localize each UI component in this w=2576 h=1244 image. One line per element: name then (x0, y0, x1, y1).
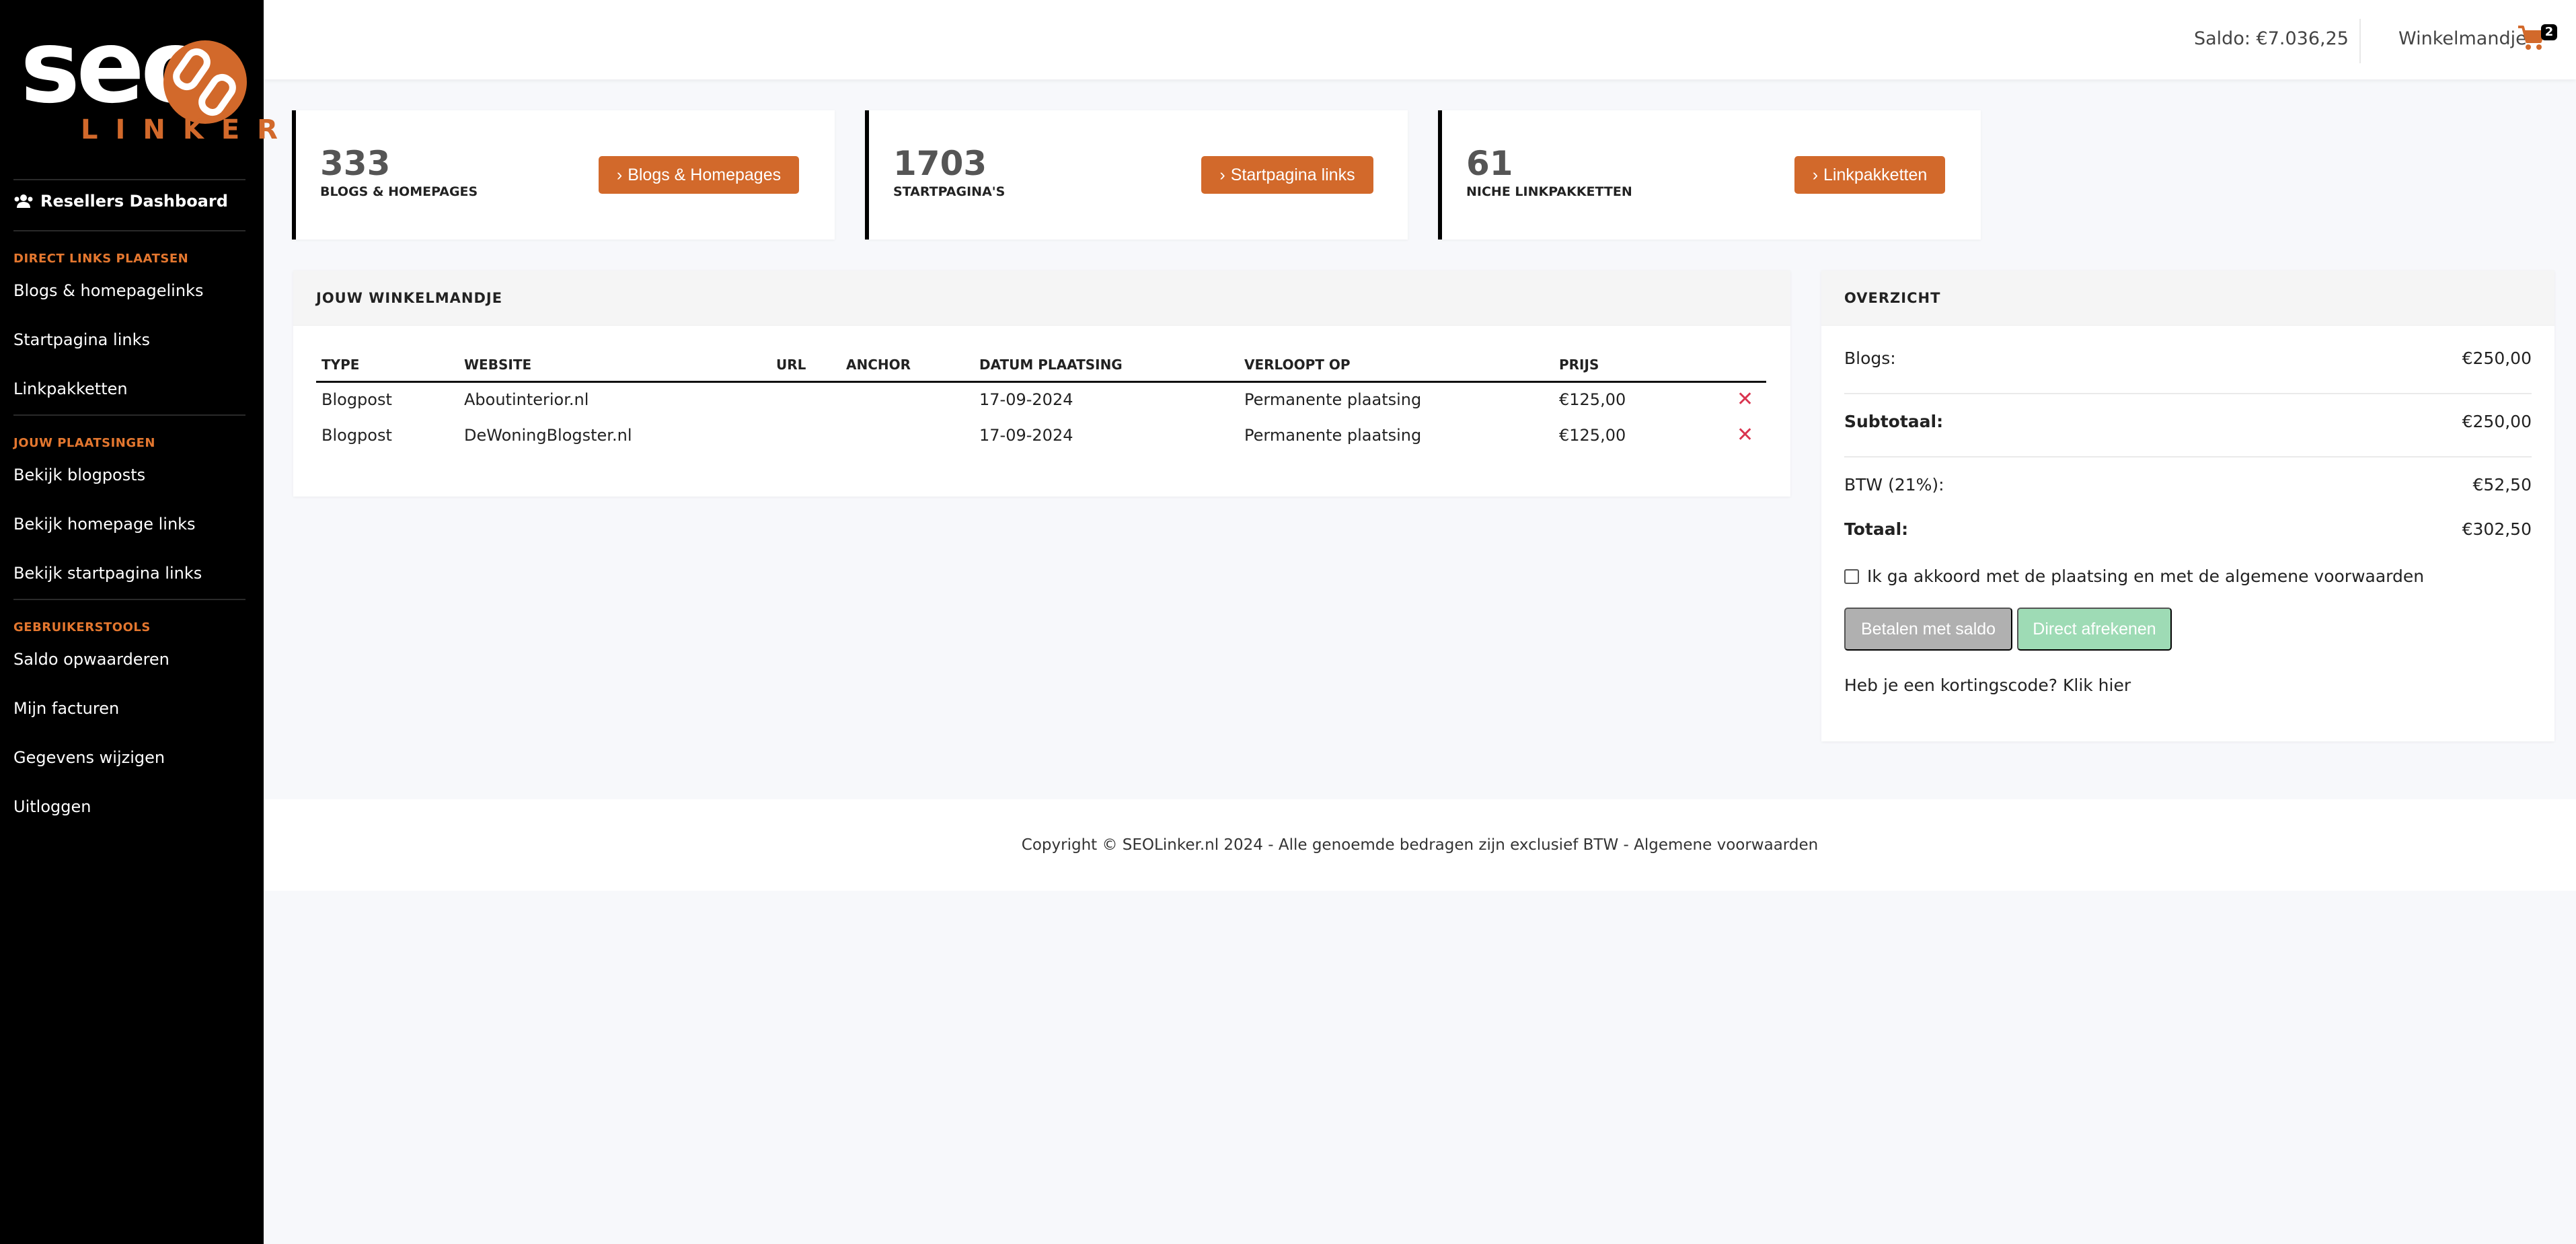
terms-agreement: Ik ga akkoord met de plaatsing en met de… (1844, 566, 2424, 586)
sidebar-section-title: GEBRUIKERSTOOLS (13, 620, 151, 634)
overview-row-subtotal: Subtotaal: €250,00 (1844, 412, 2532, 431)
cell-website: DeWoningBlogster.nl (464, 426, 632, 445)
row-value: €250,00 (2462, 412, 2532, 431)
sidebar: seo LINKER Resellers Dashboard DIRECT LI… (0, 0, 278, 1244)
header-divider (2359, 19, 2361, 63)
terms-checkbox[interactable] (1844, 569, 1859, 584)
stat-value: 333 (320, 144, 391, 183)
sidebar-section-title: JOUW PLAATSINGEN (13, 436, 156, 450)
sidebar-item-uitloggen[interactable]: Uitloggen (13, 797, 91, 816)
overview-panel-title: OVERZICHT (1821, 270, 2554, 326)
linkpakketten-button[interactable]: › Linkpakketten (1794, 156, 1945, 194)
sidebar-item-mijn-facturen[interactable]: Mijn facturen (13, 699, 119, 718)
row-label: Subtotaal: (1844, 412, 1944, 431)
sidebar-item-saldo-opwaarderen[interactable]: Saldo opwaarderen (13, 650, 169, 669)
footer: Copyright © SEOLinker.nl 2024 - Alle gen… (264, 799, 2576, 891)
cell-expires: Permanente plaatsing (1244, 426, 1422, 445)
sidebar-item-bekijk-homepage-links[interactable]: Bekijk homepage links (13, 515, 196, 534)
sidebar-item-linkpakketten[interactable]: Linkpakketten (13, 379, 128, 398)
column-header: URL (776, 357, 806, 373)
button-label: Startpagina links (1230, 165, 1355, 184)
chevron-right-icon: › (1812, 165, 1819, 184)
column-header: PRIJS (1559, 357, 1599, 373)
startpagina-links-button[interactable]: › Startpagina links (1201, 156, 1373, 194)
sidebar-item-gegevens-wijzigen[interactable]: Gegevens wijzigen (13, 748, 165, 767)
divider (1844, 393, 2532, 394)
seo-linker-logo[interactable]: seo LINKER (20, 17, 278, 151)
row-label: BTW (21%): (1844, 475, 1944, 495)
stat-card-startpaginas: 1703 STARTPAGINA'S › Startpagina links (865, 110, 1408, 240)
footer-text: Copyright © SEOLinker.nl 2024 - Alle gen… (1021, 836, 1819, 854)
cell-price: €125,00 (1559, 426, 1626, 445)
sidebar-divider (13, 230, 245, 231)
chevron-right-icon: › (1219, 165, 1225, 184)
sidebar-section-title: DIRECT LINKS PLAATSEN (13, 252, 189, 266)
cell-type: Blogpost (321, 390, 392, 409)
column-header: ANCHOR (846, 357, 911, 373)
row-label: Totaal: (1844, 519, 1909, 539)
cell-type: Blogpost (321, 426, 392, 445)
column-header: VERLOOPT OP (1244, 357, 1351, 373)
column-header: TYPE (321, 357, 360, 373)
stat-label: NICHE LINKPAKKETTEN (1466, 184, 1632, 199)
sidebar-divider (13, 599, 245, 600)
sidebar-item-label: Resellers Dashboard (40, 192, 228, 211)
stat-label: STARTPAGINA'S (893, 184, 1006, 199)
sidebar-divider (13, 414, 245, 416)
saldo-balance: Saldo: €7.036,25 (2194, 28, 2349, 49)
sidebar-item-startpagina-links[interactable]: Startpagina links (13, 330, 150, 349)
table-header-divider (316, 381, 1766, 383)
delete-icon[interactable]: ✕ (1737, 388, 1753, 411)
sidebar-item-blogs-homepagelinks[interactable]: Blogs & homepagelinks (13, 281, 203, 300)
stat-label: BLOGS & HOMEPAGES (320, 184, 478, 199)
row-value: €250,00 (2462, 349, 2532, 368)
row-value: €302,50 (2462, 519, 2532, 539)
stat-value: 61 (1466, 144, 1513, 183)
overview-row-total: Totaal: €302,50 (1844, 519, 2532, 539)
cart-panel: JOUW WINKELMANDJE TYPE WEBSITE URL ANCHO… (293, 270, 1790, 497)
overview-row-blogs: Blogs: €250,00 (1844, 349, 2532, 368)
divider (1844, 456, 2532, 458)
cart-link[interactable]: Winkelmandje (2398, 28, 2527, 49)
cart-count-badge: 2 (2541, 24, 2557, 40)
stat-card-linkpakketten: 61 NICHE LINKPAKKETTEN › Linkpakketten (1438, 110, 1981, 240)
logo-subtext: LINKER (81, 114, 295, 145)
button-label: Blogs & Homepages (628, 165, 782, 184)
cell-price: €125,00 (1559, 390, 1626, 409)
column-header: WEBSITE (464, 357, 532, 373)
sidebar-item-bekijk-blogposts[interactable]: Bekijk blogposts (13, 466, 145, 484)
cell-date: 17-09-2024 (979, 426, 1073, 445)
stat-value: 1703 (893, 144, 987, 183)
cell-website: Aboutinterior.nl (464, 390, 589, 409)
row-label: Blogs: (1844, 349, 1896, 368)
overview-panel: OVERZICHT Blogs: €250,00 Subtotaal: €250… (1821, 270, 2554, 741)
chevron-right-icon: › (616, 165, 623, 184)
sidebar-divider (13, 179, 245, 180)
sidebar-item-bekijk-startpagina-links[interactable]: Bekijk startpagina links (13, 564, 202, 583)
cell-date: 17-09-2024 (979, 390, 1073, 409)
users-icon (14, 194, 33, 208)
coupon-link[interactable]: Heb je een kortingscode? Klik hier (1844, 675, 2131, 695)
column-header: DATUM PLAATSING (979, 357, 1123, 373)
sidebar-item-resellers-dashboard[interactable]: Resellers Dashboard (13, 192, 228, 211)
stat-card-blogs: 333 BLOGS & HOMEPAGES › Blogs & Homepage… (292, 110, 835, 240)
terms-label: Ik ga akkoord met de plaatsing en met de… (1867, 566, 2425, 586)
pay-with-balance-button[interactable]: Betalen met saldo (1844, 608, 2012, 651)
cart-panel-title: JOUW WINKELMANDJE (293, 270, 1790, 326)
row-value: €52,50 (2472, 475, 2532, 495)
delete-icon[interactable]: ✕ (1737, 423, 1753, 447)
overview-row-vat: BTW (21%): €52,50 (1844, 475, 2532, 495)
cell-expires: Permanente plaatsing (1244, 390, 1422, 409)
blogs-homepages-button[interactable]: › Blogs & Homepages (599, 156, 799, 194)
direct-checkout-button[interactable]: Direct afrekenen (2017, 608, 2172, 651)
button-label: Linkpakketten (1823, 165, 1928, 184)
